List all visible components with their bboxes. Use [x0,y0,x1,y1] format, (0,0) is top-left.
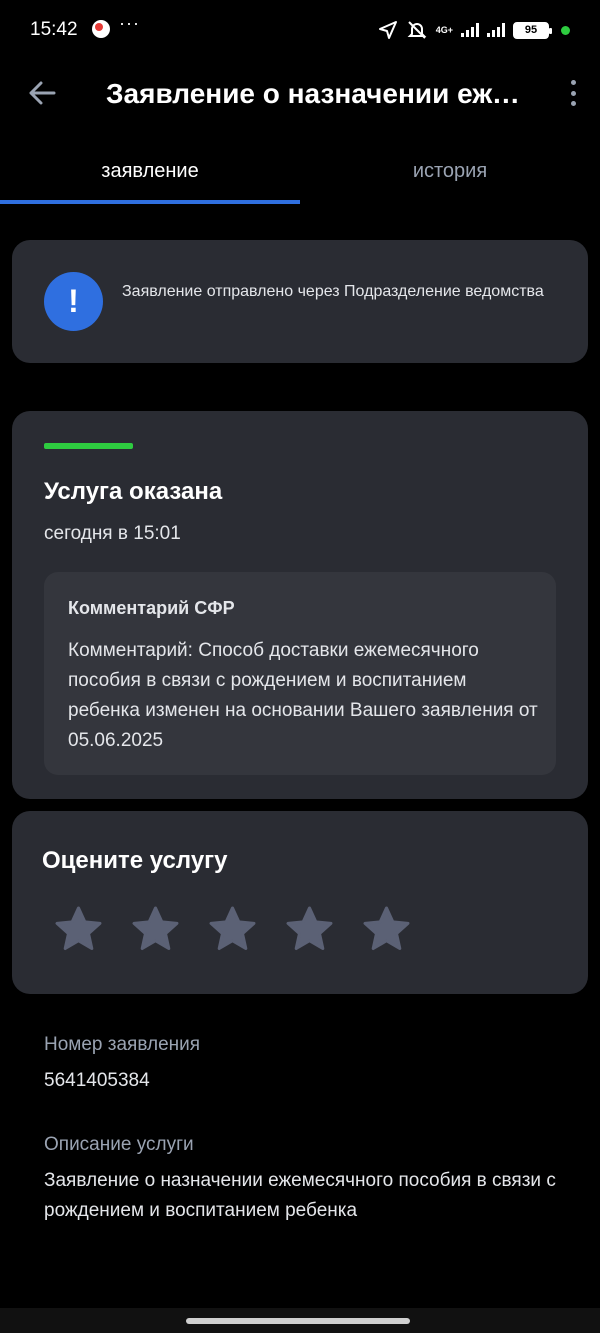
comment-text: Комментарий: Способ доставки ежемесячног… [68,640,538,751]
more-options-button[interactable] [566,78,580,108]
star-icon [132,906,179,951]
star-3-button[interactable] [208,905,257,954]
exclamation-icon: ! [44,272,103,331]
tab-bar: заявление история [0,140,600,206]
star-4-button[interactable] [285,905,334,954]
star-1-button[interactable] [54,905,103,954]
rating-card: Оцените услугу [12,811,588,994]
status-card: Услуга оказана сегодня в 15:01 Комментар… [12,411,588,799]
muted-bell-icon [407,21,427,39]
status-indicators: 4G+ 95 [378,18,570,42]
status-title: Услуга оказана [44,478,223,505]
notification-app-icon [92,20,110,38]
arrow-left-icon [29,81,56,105]
notice-card: ! Заявление отправлено через Подразделен… [12,240,588,363]
status-time: сегодня в 15:01 [44,523,181,544]
rating-title: Оцените услугу [42,847,228,874]
star-5-button[interactable] [362,905,411,954]
status-time: 15:42 [30,19,78,40]
comment-block: Комментарий СФР Комментарий: Способ дост… [44,572,556,775]
comment-title: Комментарий СФР [68,598,235,618]
dot-icon [570,80,576,85]
location-icon [378,21,397,39]
dot-icon [570,101,576,106]
status-progress-bar [44,443,133,449]
tab-application[interactable]: заявление [0,140,300,206]
service-description-value: Заявление о назначении ежемесячного посо… [44,1170,556,1221]
star-icon [363,906,410,951]
status-dot [561,25,570,35]
star-icon [55,906,102,951]
battery-icon: 95 [513,21,552,39]
page-title: Заявление о назначении ежемесячного посо… [106,78,526,109]
dot-icon [570,90,576,96]
status-bar: 15:42 ··· 4G+ 95 [0,0,600,60]
application-number-label: Номер заявления [44,1034,201,1055]
signal-2-icon [487,23,505,37]
rating-stars [54,905,411,954]
signal-1-icon [461,23,479,37]
app-bar: Заявление о назначении ежемесячного посо… [0,60,600,126]
star-icon [209,906,256,951]
star-icon [286,906,333,951]
star-2-button[interactable] [131,905,180,954]
application-number-value: 5641405384 [44,1070,150,1091]
back-button[interactable] [22,74,62,112]
network-type: 4G+ [435,24,453,35]
more-notifications-icon: ··· [119,13,140,33]
tab-history[interactable]: история [300,140,600,206]
home-indicator[interactable] [186,1318,410,1324]
service-description-label: Описание услуги [44,1134,194,1155]
notice-text: Заявление отправлено через Подразделение… [122,283,544,300]
